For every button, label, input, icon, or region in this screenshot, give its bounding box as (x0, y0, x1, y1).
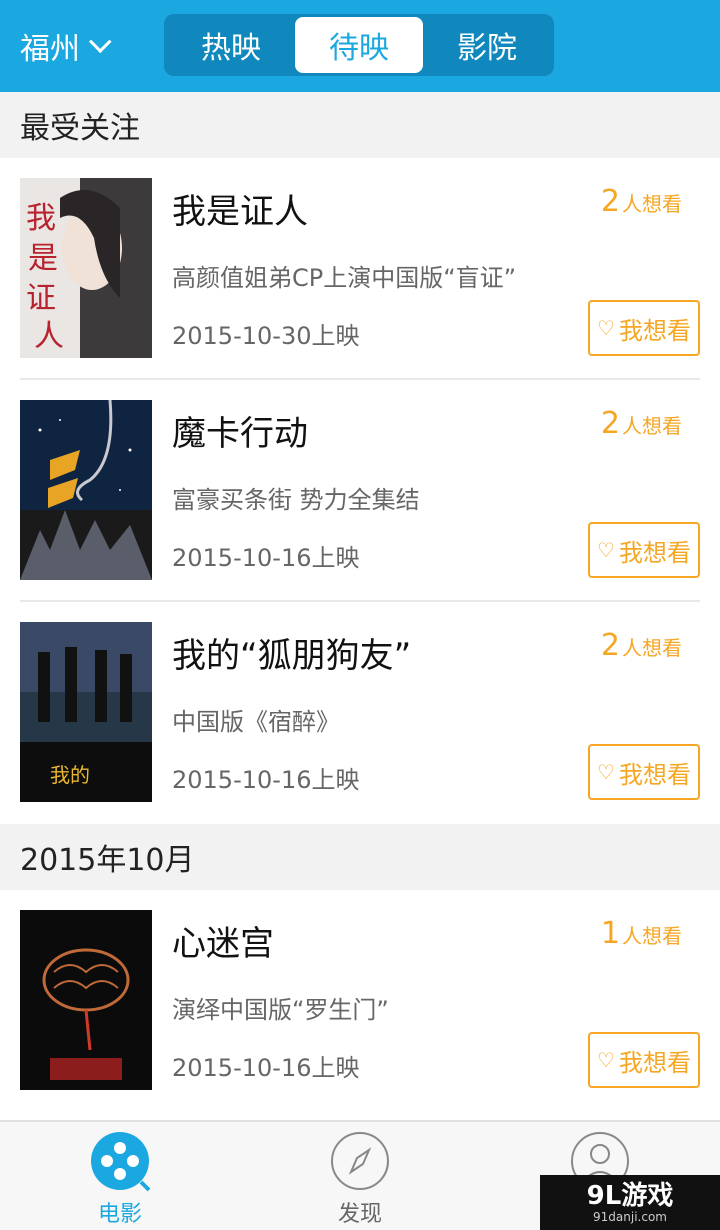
movie-description: 富豪买条街 势力全集结 (172, 486, 420, 514)
city-selector[interactable]: 福州 (20, 22, 112, 70)
want-count-unit: 人想看 (622, 636, 682, 660)
want-count: 2 人想看 (601, 184, 682, 219)
movie-row[interactable]: 我 是 证 人 我是证人 高颜值姐弟CP上演中国版“盲证” 2015-10-30… (0, 158, 720, 380)
tab-cinemas[interactable]: 影院 (423, 17, 551, 73)
release-date: 2015-10-16上映 (172, 1054, 360, 1082)
watermark-logo: 9L游戏 91danji.com (540, 1175, 720, 1230)
nav-item-discover[interactable]: 发现 (290, 1130, 430, 1230)
want-count-number: 2 (600, 406, 620, 441)
movie-poster: 我的 (20, 622, 152, 802)
top-bar: 福州 热映 待映 影院 (0, 0, 720, 92)
want-to-see-label: 我想看 (618, 316, 691, 345)
film-reel-icon (91, 1132, 151, 1192)
movie-description: 中国版《宿醉》 (172, 708, 340, 736)
release-date: 2015-10-30上映 (172, 322, 360, 350)
movie-row[interactable]: 我的 我的“狐朋狗友” 中国版《宿醉》 2015-10-16上映 2 人想看 ♡… (0, 602, 720, 824)
want-to-see-label: 我想看 (618, 760, 691, 789)
release-date: 2015-10-16上映 (172, 544, 360, 572)
movie-tabs: 热映 待映 影院 (164, 14, 554, 76)
tab-now-showing[interactable]: 热映 (167, 17, 295, 73)
want-count: 2 人想看 (601, 628, 682, 663)
watermark-text: 9L游戏 (586, 1180, 674, 1211)
svg-text:人: 人 (34, 319, 64, 354)
section-header-month: 2015年10月 (0, 824, 720, 890)
section-header-featured: 最受关注 (0, 92, 720, 158)
want-count-number: 1 (600, 916, 620, 951)
want-to-see-button[interactable]: ♡ 我想看 (588, 1032, 700, 1088)
movie-row[interactable]: 心迷宫 演绎中国版“罗生门” 2015-10-16上映 1 人想看 ♡ 我想看 (0, 890, 720, 1112)
nav-label-discover: 发现 (337, 1202, 382, 1227)
movie-poster: 我 是 证 人 (20, 178, 152, 358)
want-to-see-button[interactable]: ♡ 我想看 (588, 300, 700, 356)
heart-icon: ♡ (597, 538, 615, 562)
svg-text:我: 我 (26, 201, 56, 236)
heart-icon: ♡ (597, 1048, 615, 1072)
want-count: 1 人想看 (601, 916, 682, 951)
release-date: 2015-10-16上映 (172, 766, 360, 794)
movie-row[interactable]: 魔卡行动 富豪买条街 势力全集结 2015-10-16上映 2 人想看 ♡ 我想… (0, 380, 720, 602)
movie-poster (20, 400, 152, 580)
want-count-unit: 人想看 (622, 414, 682, 438)
movie-title: 我是证人 (172, 192, 308, 232)
want-to-see-button[interactable]: ♡ 我想看 (588, 522, 700, 578)
watermark-url: 91danji.com (593, 1209, 667, 1224)
tab-coming-soon[interactable]: 待映 (295, 17, 423, 73)
want-count: 2 人想看 (601, 406, 682, 441)
movie-title: 心迷宫 (172, 924, 274, 964)
want-count-unit: 人想看 (622, 924, 682, 948)
movie-poster (20, 910, 152, 1090)
heart-icon: ♡ (597, 316, 615, 340)
want-count-unit: 人想看 (622, 192, 682, 216)
svg-text:我的: 我的 (50, 763, 90, 787)
want-to-see-button[interactable]: ♡ 我想看 (588, 744, 700, 800)
want-to-see-label: 我想看 (618, 1048, 691, 1077)
movie-title: 我的“狐朋狗友” (172, 636, 412, 676)
city-label: 福州 (20, 32, 80, 67)
movie-description: 高颜值姐弟CP上演中国版“盲证” (172, 264, 517, 292)
movie-description: 演绎中国版“罗生门” (172, 996, 389, 1024)
want-count-number: 2 (600, 628, 620, 663)
svg-text:是: 是 (28, 241, 58, 276)
want-to-see-label: 我想看 (618, 538, 691, 567)
svg-text:证: 证 (26, 281, 56, 316)
movie-title: 魔卡行动 (172, 414, 308, 454)
nav-item-movies[interactable]: 电影 (50, 1130, 190, 1230)
want-count-number: 2 (600, 184, 620, 219)
heart-icon: ♡ (597, 760, 615, 784)
nav-label-movies: 电影 (97, 1202, 142, 1227)
compass-icon (331, 1132, 389, 1190)
chevron-down-icon (88, 30, 112, 54)
